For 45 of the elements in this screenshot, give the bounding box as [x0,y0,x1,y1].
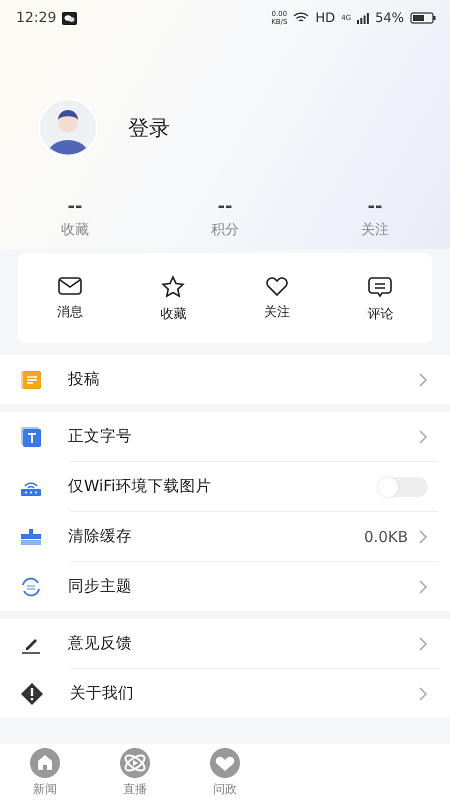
settings-row[interactable]: 清除缓存 0.0KB [0,512,450,561]
text-size-icon [20,426,42,448]
hd-indicator: HD [315,10,336,26]
chevron-right-icon [418,686,428,702]
comment-icon [367,275,394,299]
chevron-right-icon [418,636,428,652]
stat-value: -- [218,196,232,217]
heart-icon [264,275,290,297]
cache-size: 0.0KB [364,528,408,546]
warning-icon [20,682,44,706]
status-time: 12:29 [16,10,56,26]
mail-icon [56,275,83,297]
shortcut-button[interactable]: 评论 [328,275,432,323]
shortcut-button[interactable]: 关注 [225,275,328,323]
nav-tab[interactable]: 直播 [90,744,180,800]
sync-icon [20,576,42,598]
live-icon [119,746,151,778]
settings-row[interactable]: 仅WiFi环境下载图片 [0,462,450,511]
home-icon [29,746,61,778]
chevron-right-icon [418,578,428,594]
battery-percent: 54% [375,10,404,26]
wifi-icon [293,12,310,24]
document-icon [20,368,42,390]
chat-app-icon [62,12,78,24]
settings-row[interactable]: 关于我们 [0,669,450,718]
settings-row[interactable]: 同步主题 [0,562,450,611]
settings-row[interactable]: 正文字号 [0,412,450,461]
stat-value: -- [368,196,382,217]
settings-row[interactable]: 投稿 [0,355,450,404]
settings-row[interactable]: 意见反馈 [0,619,450,668]
shortcut-button[interactable]: 收藏 [122,275,225,323]
stat-value: -- [68,196,82,217]
login-link[interactable]: 登录 [128,114,170,142]
toggle-switch[interactable] [378,476,428,496]
avatar[interactable] [38,98,98,158]
star-icon [160,275,186,299]
chevron-right-icon [418,528,428,544]
signal-icon [357,12,370,24]
chevron-right-icon [418,372,428,388]
broom-icon [20,526,42,546]
shortcut-button[interactable]: 消息 [18,275,122,323]
nav-tab[interactable]: 问政 [180,744,270,800]
chevron-right-icon [418,428,428,444]
nav-tab[interactable]: 新闻 [0,744,90,800]
battery-icon [410,12,436,24]
